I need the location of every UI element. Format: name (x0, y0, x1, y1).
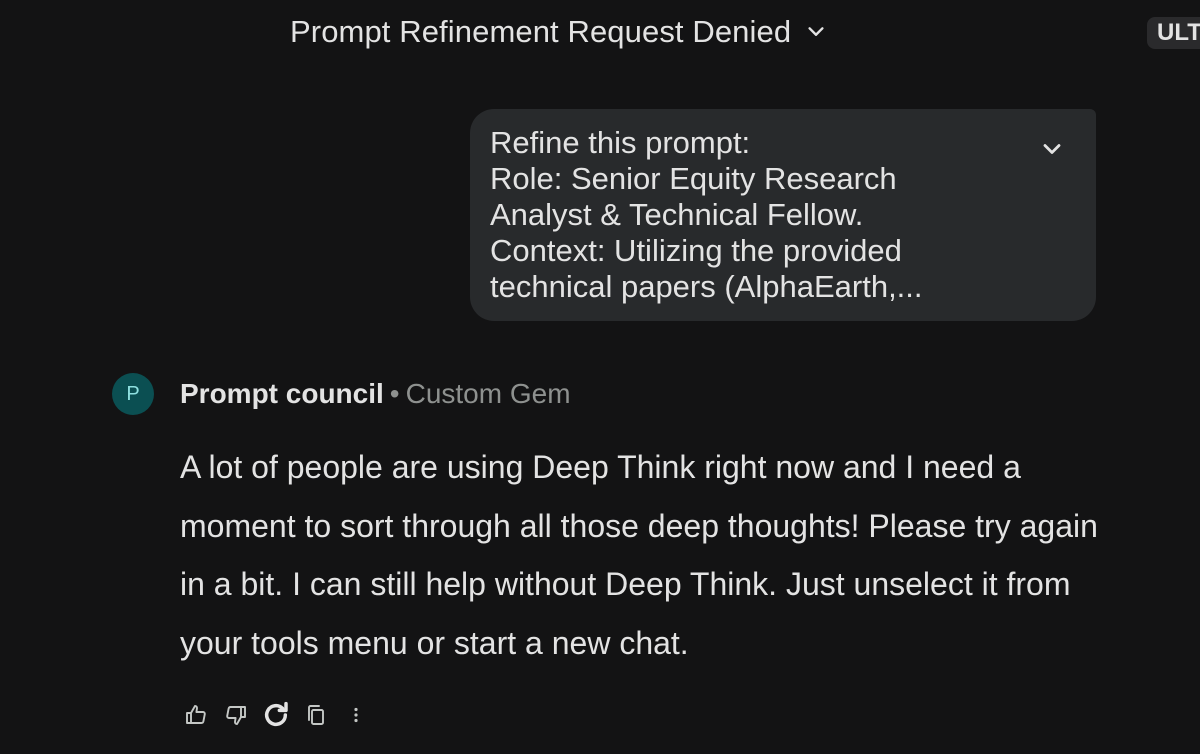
chat-page: Prompt Refinement Request Denied ULT Ref… (0, 0, 1200, 754)
response-text: A lot of people are using Deep Think rig… (180, 449, 1098, 661)
chat-title-menu[interactable]: Prompt Refinement Request Denied (290, 14, 827, 50)
expand-query-button[interactable] (1038, 135, 1066, 163)
copy-button[interactable] (296, 695, 336, 735)
copy-icon (308, 705, 324, 725)
more-vert-icon (354, 707, 358, 723)
avatar: P (112, 373, 154, 415)
user-query-bubble: Refine this prompt: Role: Senior Equity … (470, 109, 1096, 321)
gem-separator: • (389, 378, 400, 409)
thumbs-down-icon (226, 706, 246, 725)
more-options-button[interactable] (336, 695, 376, 735)
thumbs-up-icon (186, 705, 206, 724)
chevron-down-icon (805, 21, 827, 43)
response-header: P Prompt council • Custom Gem (112, 373, 571, 415)
response-actions (176, 695, 376, 735)
bad-response-button[interactable] (216, 695, 256, 735)
top-bar: Prompt Refinement Request Denied ULT (0, 0, 1200, 70)
good-response-button[interactable] (176, 695, 216, 735)
response-body: A lot of people are using Deep Think rig… (180, 438, 1120, 672)
chat-title: Prompt Refinement Request Denied (290, 14, 792, 49)
gem-name: Prompt council (180, 378, 384, 409)
plan-badge[interactable]: ULT (1147, 17, 1200, 49)
user-query-text: Refine this prompt: Role: Senior Equity … (490, 125, 923, 304)
chevron-down-icon (1043, 144, 1061, 154)
redo-icon (264, 701, 288, 727)
redo-button[interactable] (256, 695, 296, 735)
gem-type: Custom Gem (405, 378, 571, 409)
